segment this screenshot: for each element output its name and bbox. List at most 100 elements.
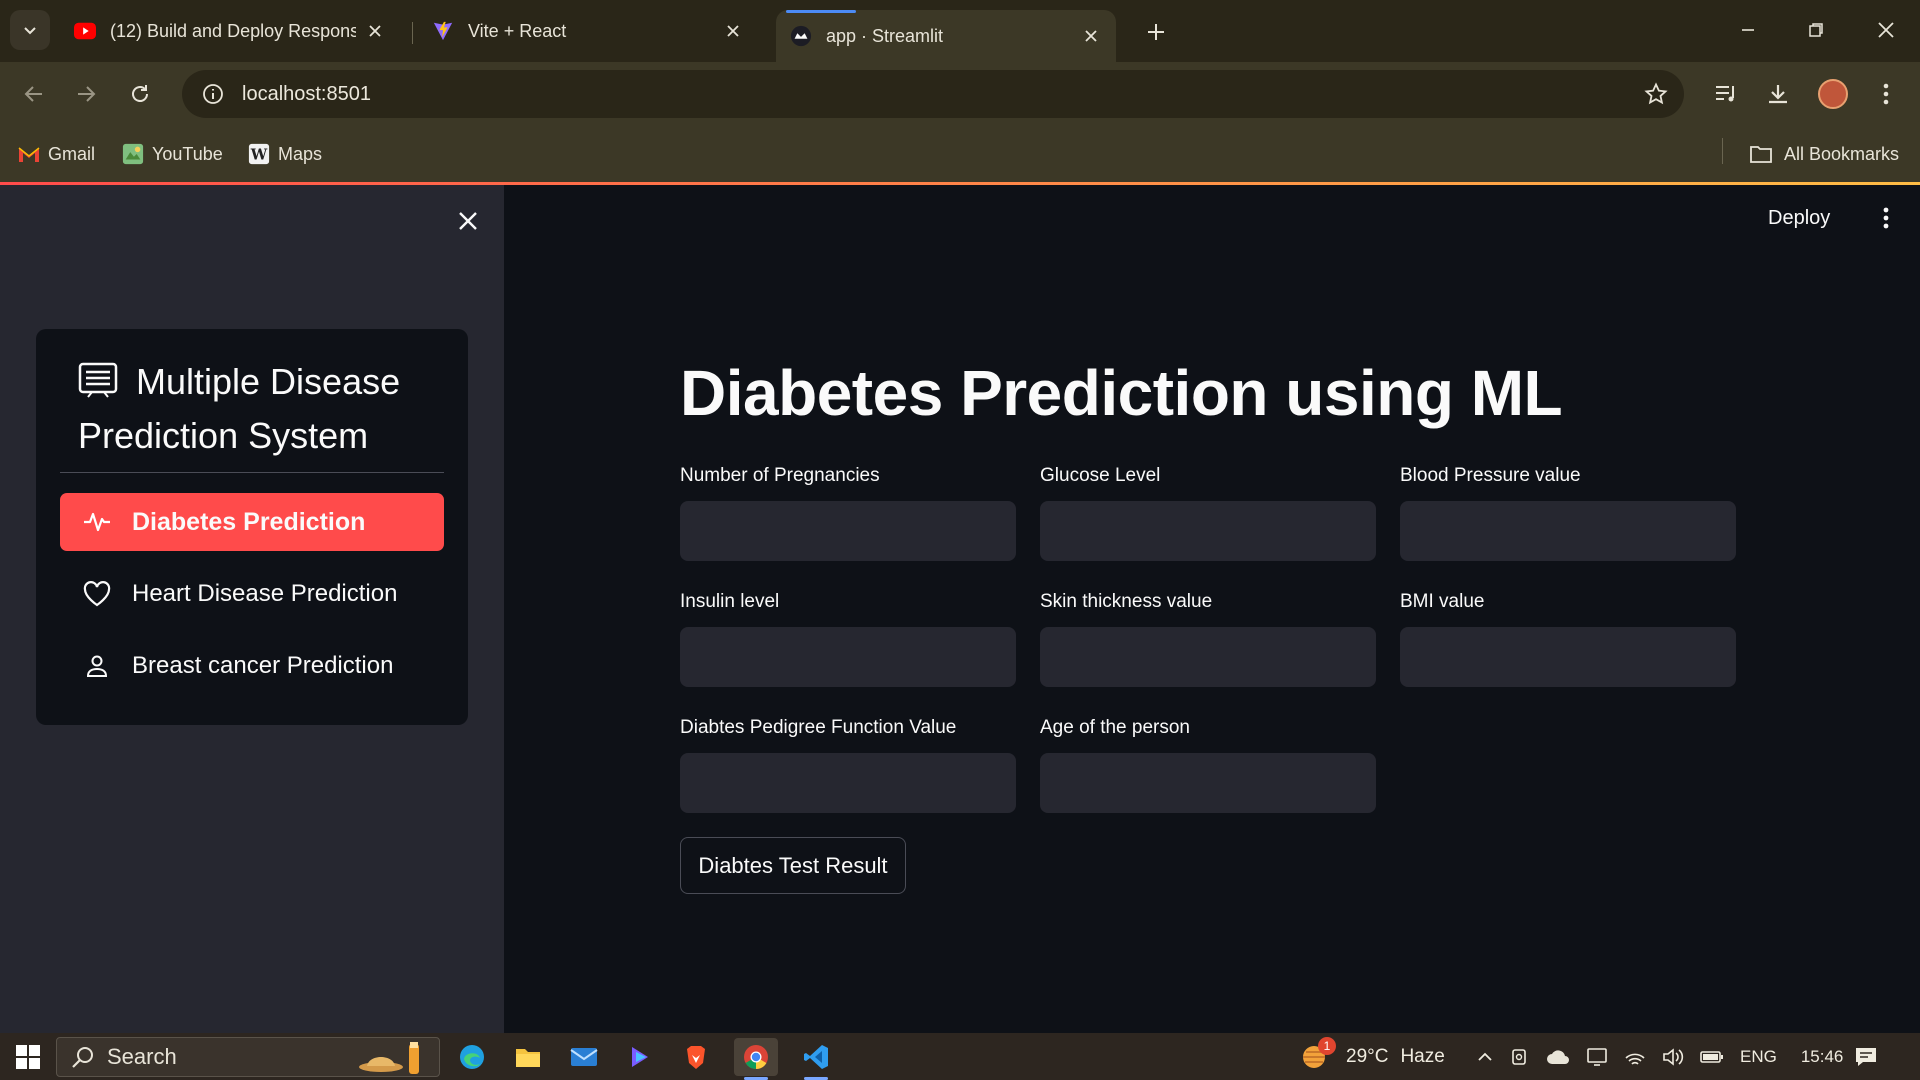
bookmark-label: Maps: [278, 143, 323, 164]
insulin-input[interactable]: [680, 627, 1016, 687]
chrome-app[interactable]: [734, 1038, 778, 1080]
restore-icon: [1809, 23, 1823, 37]
edge-app[interactable]: [450, 1038, 494, 1076]
field-label: Glucose Level: [1040, 465, 1161, 486]
menu-item-heart-disease[interactable]: Heart Disease Prediction: [60, 565, 444, 623]
meet-now-icon[interactable]: [1510, 1047, 1530, 1067]
glucose-input[interactable]: [1040, 501, 1376, 561]
bmi-input[interactable]: [1400, 627, 1736, 687]
battery-icon[interactable]: [1700, 1050, 1724, 1064]
system-tray: ENG 15:46: [1476, 1041, 1843, 1073]
close-sidebar-button[interactable]: [452, 205, 484, 237]
field-label: Blood Pressure value: [1400, 465, 1581, 486]
tab-title: app · Streamlit: [826, 25, 944, 46]
plus-icon: [1148, 24, 1164, 40]
menu-divider: [60, 472, 444, 473]
field-label: Age of the person: [1040, 717, 1190, 738]
search-highlight-icon: [353, 1040, 429, 1076]
pedigree-function-input[interactable]: [680, 753, 1016, 813]
browser-tab-youtube[interactable]: (12) Build and Deploy Responsi: [60, 10, 400, 52]
bookmark-gmail[interactable]: Gmail: [18, 138, 95, 170]
weather-widget[interactable]: 1 29°C Haze: [1298, 1037, 1445, 1073]
download-icon: [1769, 85, 1787, 104]
field-label: Number of Pregnancies: [680, 465, 880, 486]
list-task-icon: [78, 359, 118, 398]
profile-avatar[interactable]: [1818, 79, 1848, 109]
input-language[interactable]: ENG: [1740, 1047, 1777, 1067]
playlist-icon: [1716, 86, 1734, 102]
edge-icon: [460, 1045, 484, 1069]
tab-search-button[interactable]: [10, 10, 50, 50]
reading-list-button[interactable]: [1708, 76, 1744, 112]
menu-item-diabetes[interactable]: Diabetes Prediction: [60, 493, 444, 551]
weather-badge: 1: [1318, 1037, 1336, 1055]
chevron-up-icon[interactable]: [1476, 1048, 1494, 1066]
weather-temperature: 29°C: [1346, 1046, 1389, 1067]
deploy-button[interactable]: Deploy: [1768, 200, 1830, 236]
app-menu-button[interactable]: [1874, 202, 1898, 234]
reload-button[interactable]: [122, 76, 158, 112]
person-icon: [82, 651, 112, 681]
bookmark-label: YouTube: [152, 143, 223, 164]
browser-tab-streamlit[interactable]: app · Streamlit: [776, 10, 1116, 62]
age-input[interactable]: [1040, 753, 1376, 813]
start-button[interactable]: [8, 1041, 48, 1073]
option-menu: Multiple Disease Prediction System Diabe…: [36, 329, 468, 725]
copilot-icon: [632, 1047, 648, 1067]
browser-toolbar: localhost:8501: [0, 62, 1920, 126]
close-window-button[interactable]: [1858, 10, 1914, 50]
browser-tab-vite[interactable]: Vite + React: [418, 10, 758, 52]
notifications-button[interactable]: [1854, 1041, 1878, 1073]
brave-icon: [687, 1046, 705, 1069]
back-button[interactable]: [16, 76, 52, 112]
bookmark-star-icon[interactable]: [1642, 80, 1670, 108]
pregnancies-input[interactable]: [680, 501, 1016, 561]
new-tab-button[interactable]: [1140, 16, 1172, 48]
folder-icon: [516, 1049, 540, 1067]
field-label: BMI value: [1400, 591, 1485, 612]
notification-icon: [1856, 1048, 1876, 1066]
bookmarks-separator: [1722, 138, 1723, 164]
forward-button[interactable]: [68, 76, 104, 112]
bookmark-youtube[interactable]: YouTube: [122, 138, 223, 170]
volume-icon[interactable]: [1662, 1047, 1684, 1067]
vscode-app[interactable]: [794, 1038, 838, 1080]
bookmark-label: Gmail: [48, 143, 96, 164]
file-explorer-app[interactable]: [506, 1038, 550, 1076]
close-tab-icon[interactable]: [722, 20, 744, 42]
close-icon: [459, 212, 477, 230]
mail-app[interactable]: [562, 1038, 606, 1076]
site-info-icon[interactable]: [190, 71, 236, 117]
diabetes-test-result-button[interactable]: Diabtes Test Result: [680, 837, 906, 894]
field-label: Diabtes Pedigree Function Value: [680, 717, 957, 738]
skin-thickness-input[interactable]: [1040, 627, 1376, 687]
menu-item-label: Diabetes Prediction: [132, 507, 366, 536]
blood-pressure-input[interactable]: [1400, 501, 1736, 561]
chrome-icon: [744, 1045, 768, 1069]
close-tab-icon[interactable]: [1080, 25, 1102, 47]
sidebar: Multiple Disease Prediction System Diabe…: [0, 185, 504, 1033]
address-bar[interactable]: localhost:8501: [182, 70, 1684, 118]
taskbar: Search 1 29°C Haze ENG 15:46: [0, 1033, 1920, 1080]
minimize-button[interactable]: [1720, 10, 1776, 50]
menu-title-text: Multiple Disease Prediction System: [78, 361, 401, 456]
downloads-button[interactable]: [1760, 76, 1796, 112]
clock-time[interactable]: 15:46: [1801, 1047, 1844, 1067]
copilot-app[interactable]: [618, 1038, 662, 1076]
tab-title: Vite + React: [468, 20, 567, 41]
restore-button[interactable]: [1788, 10, 1844, 50]
taskbar-search[interactable]: Search: [56, 1037, 440, 1077]
close-tab-icon[interactable]: [364, 20, 386, 42]
all-bookmarks-button[interactable]: All Bookmarks: [1748, 138, 1899, 170]
brave-app[interactable]: [674, 1038, 718, 1076]
wifi-icon[interactable]: [1624, 1048, 1646, 1066]
weather-description: Haze: [1400, 1046, 1445, 1067]
browser-menu-button[interactable]: [1868, 76, 1904, 112]
bookmark-maps[interactable]: W Maps: [248, 138, 322, 170]
streamlit-icon: [790, 25, 812, 47]
menu-item-label: Heart Disease Prediction: [132, 580, 398, 607]
onedrive-icon[interactable]: [1546, 1048, 1570, 1066]
folder-icon: [1748, 143, 1774, 165]
display-icon[interactable]: [1586, 1047, 1608, 1067]
menu-item-breast-cancer[interactable]: Breast cancer Prediction: [60, 637, 444, 695]
